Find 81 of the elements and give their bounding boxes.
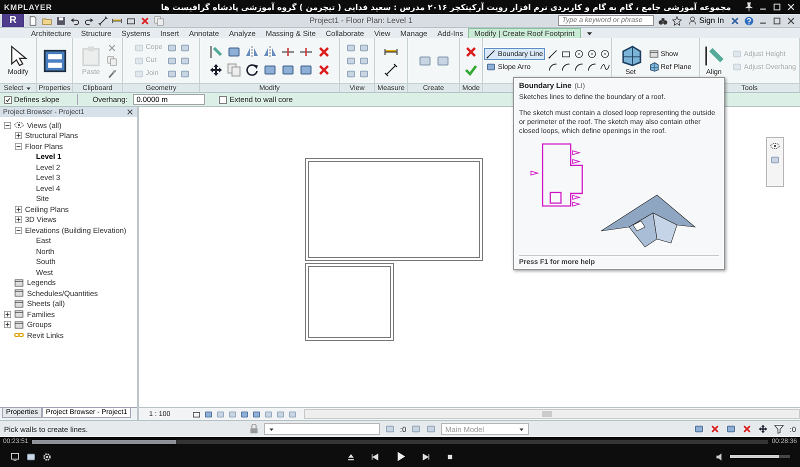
volume-slider[interactable] [730, 455, 790, 458]
view-category-icon [14, 320, 24, 330]
tool-icon [732, 62, 742, 72]
arc-icon[interactable] [587, 62, 598, 72]
person-icon [688, 16, 698, 25]
tree-toggle-icon[interactable] [15, 226, 22, 234]
tool-icon [732, 49, 742, 59]
screen-icon[interactable] [10, 452, 20, 462]
app-logo[interactable]: R [2, 14, 24, 27]
tree-toggle-icon[interactable] [15, 132, 22, 140]
close-icon[interactable] [126, 108, 134, 116]
tree-toggle-icon[interactable] [15, 206, 22, 213]
tool-icon [486, 62, 496, 72]
view-category-icon [14, 298, 24, 309]
view-category-icon [14, 120, 24, 130]
align-icon[interactable] [208, 44, 222, 58]
line-icon[interactable] [548, 49, 558, 59]
tool-icon [134, 56, 144, 66]
line-icon [486, 49, 496, 59]
measure-icon[interactable] [384, 62, 398, 76]
tool-icon[interactable] [26, 452, 36, 462]
redo-icon[interactable] [84, 16, 94, 26]
measure-icon[interactable] [98, 16, 108, 26]
tool-icon [134, 42, 144, 52]
tree-toggle-icon[interactable] [4, 122, 11, 129]
cross-icon[interactable] [107, 42, 117, 52]
sheet-icon [648, 49, 659, 59]
tree-toggle-icon[interactable] [15, 216, 22, 224]
copy-icon[interactable] [107, 56, 117, 66]
filter-icon[interactable] [774, 424, 784, 434]
previous-icon[interactable] [370, 452, 380, 462]
help-icon[interactable] [744, 16, 754, 26]
sign-in-button[interactable]: Sign In [686, 16, 726, 25]
align-icon [702, 45, 725, 67]
clipboard-icon [80, 45, 102, 67]
plane-icon [648, 62, 659, 72]
arc-icon[interactable] [548, 62, 558, 72]
view-category-icon [14, 278, 24, 288]
player-logo: KMPLAYER [4, 2, 54, 12]
horizontal-scrollbar[interactable] [304, 409, 800, 419]
checkbox[interactable] [219, 96, 228, 104]
spline-icon[interactable] [600, 62, 610, 72]
arc-icon[interactable] [574, 62, 584, 72]
circle-icon[interactable] [574, 49, 584, 59]
star-icon[interactable] [672, 16, 682, 26]
close-icon[interactable] [786, 16, 796, 26]
rectangle-icon[interactable] [561, 49, 572, 59]
caret-icon [518, 426, 526, 432]
brush-icon[interactable] [107, 68, 117, 78]
eject-icon[interactable] [346, 452, 356, 462]
plane-icon [620, 45, 642, 67]
drag-icon[interactable] [758, 424, 768, 434]
delete-icon[interactable] [316, 62, 330, 76]
circle-icon[interactable] [600, 49, 610, 59]
window-title: Project1 - Floor Plan: Level 1 [308, 16, 414, 25]
move-icon[interactable] [208, 62, 222, 76]
checkbox[interactable] [4, 96, 12, 104]
save-icon[interactable] [56, 16, 66, 26]
cancel-icon[interactable] [464, 44, 478, 58]
gear-icon[interactable] [42, 452, 52, 462]
seek-bar[interactable] [32, 440, 768, 444]
circle-icon[interactable] [587, 49, 598, 59]
tree-toggle-icon[interactable] [4, 321, 11, 328]
view-category-icon [14, 309, 24, 320]
binoculars-icon[interactable] [658, 16, 668, 26]
arc-icon[interactable] [561, 62, 572, 72]
window-title: مجموعه آموزشی جامع ، گام به گام و کاربردی نرم افزار رویت آرکیتکچر ۲۰۱۶ مدرس : سعید فدایی ( تیچرمن ) گروه آموزشی پادشاه گرافیست ها [160, 2, 732, 12]
next-icon[interactable] [420, 452, 430, 462]
tool-icon [134, 68, 144, 78]
pin-icon[interactable] [744, 2, 754, 12]
view-category-icon [14, 288, 24, 298]
rotate-icon[interactable] [244, 62, 258, 76]
caret-icon [268, 426, 275, 432]
properties-icon [42, 48, 66, 72]
rectangle-icon[interactable] [126, 16, 136, 26]
undo-icon[interactable] [70, 16, 80, 26]
tree-toggle-icon[interactable] [4, 310, 11, 318]
tree-toggle-icon[interactable] [15, 142, 22, 150]
checkmark-icon[interactable] [464, 62, 478, 76]
delete-icon[interactable] [316, 44, 330, 58]
delete-icon[interactable] [140, 16, 150, 26]
